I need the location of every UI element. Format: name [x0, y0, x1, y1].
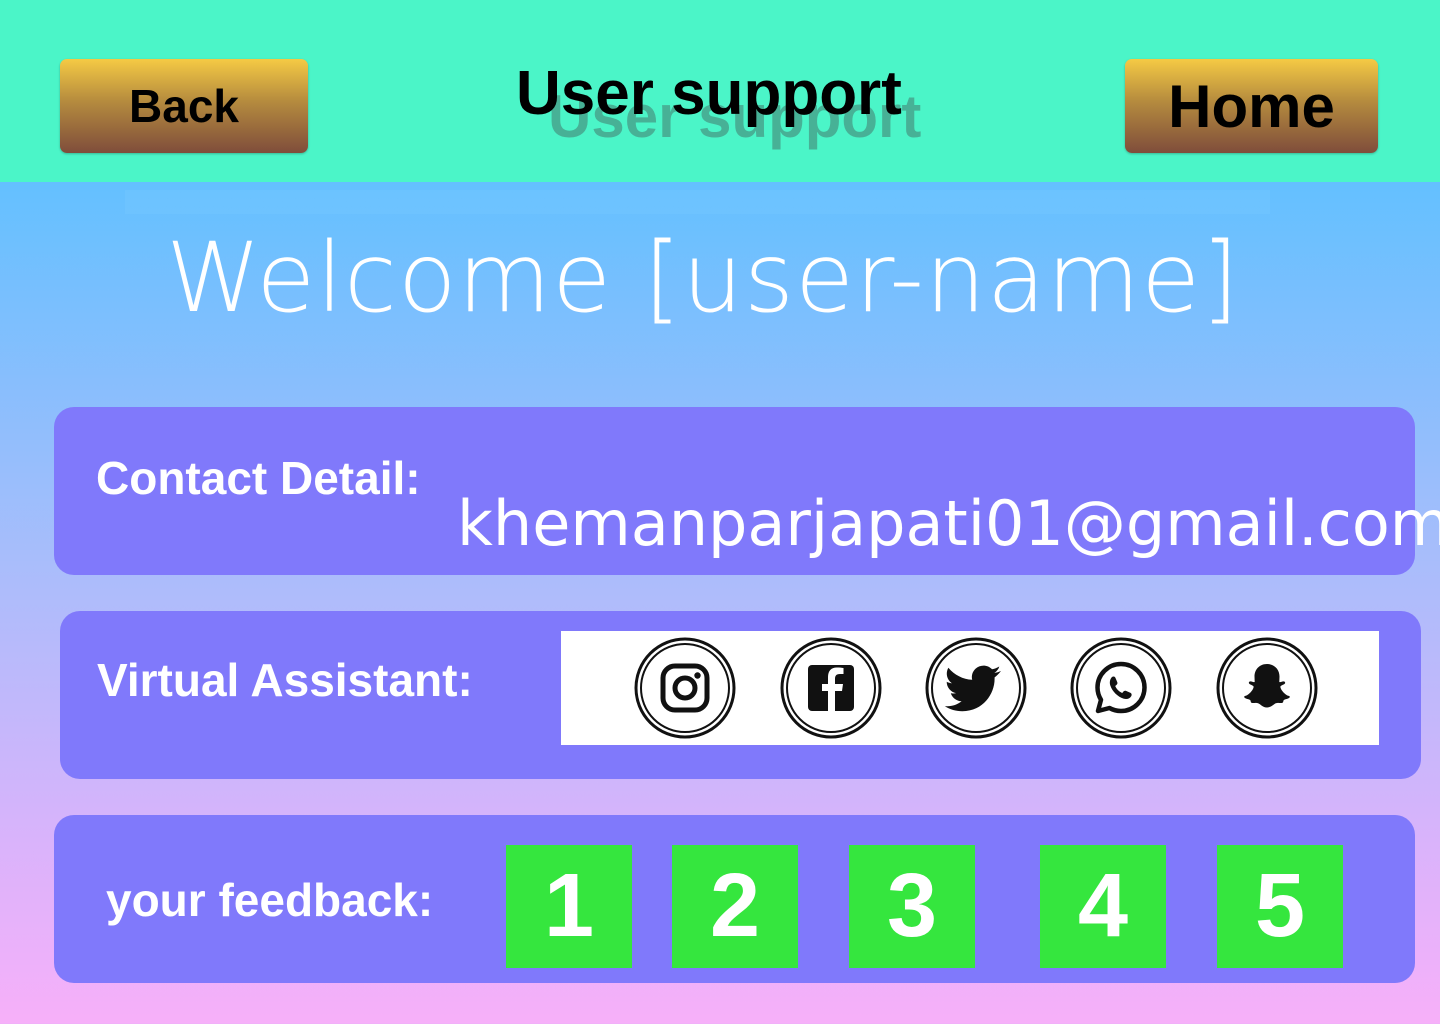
virtual-assistant-panel: Virtual Assistant: [60, 611, 1421, 779]
rating-4-button[interactable]: 4 [1040, 845, 1166, 968]
contact-detail-label: Contact Detail: [96, 452, 421, 504]
welcome-heading: Welcome [user-name] [166, 222, 1240, 334]
rating-1-button[interactable]: 1 [506, 845, 632, 968]
snapchat-icon[interactable] [1216, 637, 1318, 739]
instagram-icon[interactable] [634, 637, 736, 739]
rating-3-button[interactable]: 3 [849, 845, 975, 968]
rating-5-button[interactable]: 5 [1217, 845, 1343, 968]
contact-email[interactable]: khemanparjapati01@gmail.com [457, 487, 1440, 560]
contact-detail-panel: Contact Detail: khemanparjapati01@gmail.… [54, 407, 1440, 575]
social-icon-strip [561, 631, 1379, 745]
feedback-label: your feedback: [106, 874, 434, 926]
home-button[interactable]: Home [1125, 59, 1378, 153]
welcome-highlight [125, 190, 1270, 214]
top-bar: Back User support User support Home [0, 0, 1440, 182]
rating-2-button[interactable]: 2 [672, 845, 798, 968]
back-button[interactable]: Back [60, 59, 308, 153]
page-title: User support [516, 59, 902, 128]
facebook-icon[interactable] [780, 637, 882, 739]
feedback-panel: your feedback: 1 2 3 4 5 [54, 815, 1415, 983]
twitter-icon[interactable] [925, 637, 1027, 739]
virtual-assistant-label: Virtual Assistant: [97, 654, 473, 706]
whatsapp-icon[interactable] [1070, 637, 1172, 739]
